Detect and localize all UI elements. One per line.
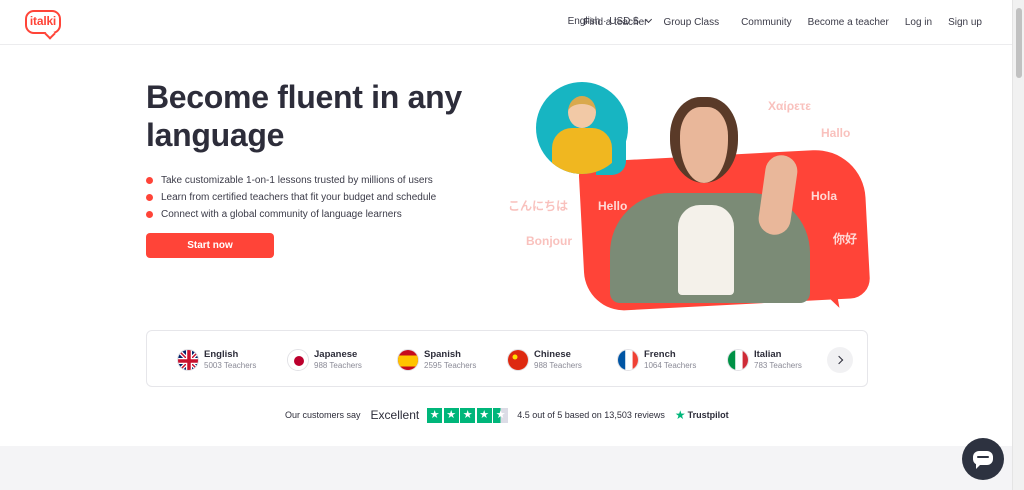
italy-flag-icon <box>727 349 749 371</box>
top-navigation-bar: italki English · USD $ Find a teacher Gr… <box>0 0 1012 45</box>
bullet-dot-icon <box>146 177 153 184</box>
nav-group-class[interactable]: Group Class <box>664 17 720 28</box>
greeting-french: Bonjour <box>526 234 572 248</box>
benefit-item: Learn from certified teachers that fit y… <box>146 189 436 206</box>
language-name: English <box>204 349 239 360</box>
bullet-dot-icon <box>146 194 153 201</box>
greeting-german: Hallo <box>821 126 851 140</box>
language-name: Spanish <box>424 349 461 360</box>
china-flag-icon <box>507 349 529 371</box>
trust-prefix: Our customers say <box>285 410 361 420</box>
greeting-english: Hello <box>598 199 628 213</box>
greeting-chinese: 你好 <box>833 232 858 246</box>
chat-line <box>977 456 989 458</box>
language-name: French <box>644 349 676 360</box>
chevron-right-icon <box>834 355 844 365</box>
uk-flag-icon <box>177 349 199 371</box>
language-item-french[interactable]: French 1064 Teachers <box>617 347 696 373</box>
half-star-icon: ★ <box>493 407 509 423</box>
nav-log-in[interactable]: Log in <box>905 17 932 28</box>
nav-community[interactable]: Community <box>741 17 792 28</box>
france-flag-icon <box>617 349 639 371</box>
main-nav: English · USD $ Find a teacher Group Cla… <box>568 0 982 45</box>
chat-support-button[interactable] <box>962 438 1004 480</box>
star-icon: ★ <box>443 407 459 423</box>
trust-stars: ★ ★ ★ ★ ★ <box>427 407 509 423</box>
greeting-japanese: こんにちは <box>508 199 569 213</box>
next-languages-button[interactable] <box>827 347 853 373</box>
star-icon: ★ <box>427 407 443 423</box>
language-item-chinese[interactable]: Chinese 988 Teachers <box>507 347 582 373</box>
teacher-count: 2595 Teachers <box>424 361 477 370</box>
star-icon: ★ <box>460 407 476 423</box>
page: italki English · USD $ Find a teacher Gr… <box>0 0 1024 490</box>
teacher-count: 1064 Teachers <box>644 361 697 370</box>
benefit-item: Take customizable 1-on-1 lessons trusted… <box>146 172 436 189</box>
nav-become-teacher[interactable]: Become a teacher <box>808 17 889 28</box>
benefit-text: Connect with a global community of langu… <box>161 209 402 220</box>
trustpilot-star-icon: ★ <box>674 408 686 422</box>
benefit-text: Take customizable 1-on-1 lessons trusted… <box>161 175 433 186</box>
trustpilot-brand: Trustpilot <box>687 410 729 420</box>
language-name: Italian <box>754 349 782 360</box>
teacher-count: 988 Teachers <box>534 361 582 370</box>
hero-illustration: Χαίρετε Hallo Hello Hola こんにちは Bonjour 你… <box>500 75 880 315</box>
bullet-dot-icon <box>146 211 153 218</box>
vertical-scrollbar[interactable] <box>1012 0 1024 490</box>
student-photo <box>536 82 628 174</box>
hero-title: Become fluent in any language <box>146 79 462 153</box>
language-item-japanese[interactable]: Japanese 988 Teachers <box>287 347 362 373</box>
language-item-english[interactable]: English 5003 Teachers <box>177 347 256 373</box>
teacher-count: 783 Teachers <box>754 361 802 370</box>
trust-summary: 4.5 out of 5 based on 13,503 reviews <box>517 410 665 420</box>
benefit-item: Connect with a global community of langu… <box>146 206 436 223</box>
language-item-spanish[interactable]: Spanish 2595 Teachers <box>397 347 476 373</box>
spain-flag-icon <box>397 349 419 371</box>
teacher-count: 5003 Teachers <box>204 361 257 370</box>
trustpilot-widget[interactable]: Our customers say Excellent ★ ★ ★ ★ ★ 4.… <box>285 406 729 424</box>
benefit-text: Learn from certified teachers that fit y… <box>161 192 437 203</box>
language-currency-selector[interactable]: English · USD $ <box>567 15 652 42</box>
chat-icon <box>973 451 993 469</box>
greeting-spanish: Hola <box>811 189 838 203</box>
teacher-count: 988 Teachers <box>314 361 362 370</box>
teacher-photo <box>670 97 738 183</box>
chevron-down-icon <box>644 15 652 24</box>
language-currency-label: English · USD $ <box>567 16 639 27</box>
popular-languages-card: English 5003 Teachers Japanese 988 Teacher… <box>146 330 868 387</box>
student-head <box>568 96 596 128</box>
language-name: Japanese <box>314 349 358 360</box>
greeting-greek: Χαίρετε <box>768 99 811 113</box>
trust-rating-word: Excellent <box>370 408 420 422</box>
scrollbar-thumb[interactable] <box>1016 8 1022 78</box>
language-item-italian[interactable]: Italian 783 Teachers <box>727 347 802 373</box>
start-now-button[interactable]: Start now <box>146 233 274 258</box>
star-icon: ★ <box>476 407 492 423</box>
nav-sign-up[interactable]: Sign up <box>948 17 982 28</box>
japan-flag-icon <box>287 349 309 371</box>
italki-logo[interactable]: italki <box>25 10 61 34</box>
language-name: Chinese <box>534 349 571 360</box>
student-shirt <box>552 128 612 174</box>
teacher-shirt <box>678 205 734 295</box>
next-section-band <box>0 446 1012 490</box>
hero-benefits-list: Take customizable 1-on-1 lessons trusted… <box>146 172 436 223</box>
